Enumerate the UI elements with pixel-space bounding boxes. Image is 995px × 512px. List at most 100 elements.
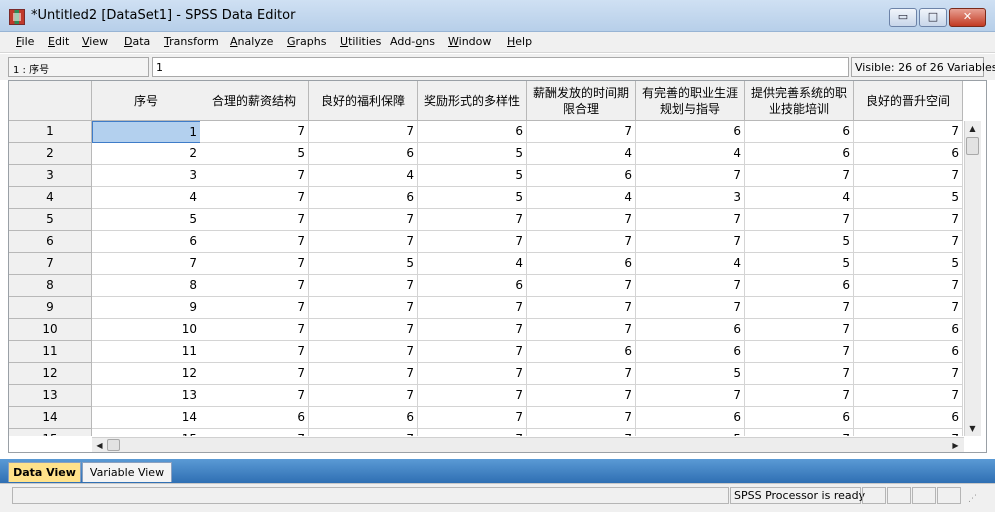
row-header[interactable]: 2	[9, 143, 92, 165]
data-cell[interactable]: 4	[636, 253, 745, 275]
menu-analyze[interactable]: Analyze	[230, 35, 273, 48]
data-cell[interactable]: 7	[309, 363, 418, 385]
data-cell[interactable]: 6	[527, 165, 636, 187]
vertical-scrollbar[interactable]: ▲ ▼	[964, 121, 981, 436]
data-cell[interactable]: 5	[418, 165, 527, 187]
data-cell[interactable]: 7	[200, 253, 309, 275]
data-cell[interactable]: 7	[527, 429, 636, 436]
row-header[interactable]: 14	[9, 407, 92, 429]
resize-grip-icon[interactable]: ⋰	[968, 492, 982, 506]
menu-view[interactable]: View	[82, 35, 108, 48]
data-cell[interactable]: 6	[745, 143, 854, 165]
data-cell[interactable]: 7	[200, 429, 309, 436]
minimize-button[interactable]: ▭	[889, 8, 917, 27]
data-cell[interactable]: 7	[745, 297, 854, 319]
column-header[interactable]: 良好的福利保障	[309, 81, 418, 121]
data-cell[interactable]: 7	[418, 341, 527, 363]
data-cell[interactable]: 5	[418, 187, 527, 209]
data-cell[interactable]: 4	[309, 165, 418, 187]
data-cell[interactable]: 6	[92, 231, 201, 253]
data-cell[interactable]: 10	[92, 319, 201, 341]
data-cell[interactable]: 7	[200, 319, 309, 341]
data-cell[interactable]: 7	[527, 297, 636, 319]
data-cell[interactable]: 7	[418, 209, 527, 231]
tab-data-view[interactable]: Data View	[8, 462, 81, 482]
data-cell[interactable]: 7	[418, 429, 527, 436]
data-cell[interactable]: 8	[92, 275, 201, 297]
menu-window[interactable]: Window	[448, 35, 491, 48]
menu-file[interactable]: File	[16, 35, 34, 48]
data-cell[interactable]: 7	[200, 275, 309, 297]
data-cell[interactable]: 7	[636, 297, 745, 319]
data-cell[interactable]: 7	[200, 165, 309, 187]
data-cell[interactable]: 7	[854, 297, 963, 319]
data-cell[interactable]: 7	[745, 319, 854, 341]
data-cell[interactable]: 6	[636, 121, 745, 143]
data-cell[interactable]: 7	[309, 231, 418, 253]
menu-graphs[interactable]: Graphs	[287, 35, 326, 48]
data-cell[interactable]: 6	[636, 341, 745, 363]
data-cell[interactable]: 7	[527, 231, 636, 253]
row-header[interactable]: 7	[9, 253, 92, 275]
data-cell[interactable]: 7	[854, 165, 963, 187]
data-cell[interactable]: 4	[527, 143, 636, 165]
data-cell[interactable]: 7	[200, 187, 309, 209]
scroll-down-icon[interactable]: ▼	[965, 421, 980, 436]
data-cell[interactable]: 7	[200, 297, 309, 319]
data-cell[interactable]: 7	[309, 429, 418, 436]
data-cell[interactable]: 5	[636, 363, 745, 385]
data-cell[interactable]: 7	[745, 341, 854, 363]
data-cell[interactable]: 7	[745, 209, 854, 231]
row-header[interactable]: 10	[9, 319, 92, 341]
data-cell[interactable]: 6	[636, 407, 745, 429]
data-cell[interactable]: 7	[745, 385, 854, 407]
data-cell[interactable]: 7	[527, 275, 636, 297]
vertical-scroll-thumb[interactable]	[966, 137, 979, 155]
data-cell[interactable]: 5	[200, 143, 309, 165]
row-header[interactable]: 15	[9, 429, 92, 436]
data-cell[interactable]: 2	[92, 143, 201, 165]
data-cell[interactable]: 7	[200, 209, 309, 231]
data-cell[interactable]: 7	[309, 319, 418, 341]
data-cell[interactable]: 7	[636, 209, 745, 231]
data-cell[interactable]: 6	[418, 275, 527, 297]
data-cell[interactable]: 7	[527, 319, 636, 341]
maximize-button[interactable]: □	[919, 8, 947, 27]
data-cell[interactable]: 3	[92, 165, 201, 187]
data-cell[interactable]: 5	[309, 253, 418, 275]
data-cell[interactable]: 7	[854, 231, 963, 253]
menu-data[interactable]: Data	[124, 35, 150, 48]
data-cell[interactable]: 7	[418, 407, 527, 429]
data-cell[interactable]: 6	[745, 275, 854, 297]
close-button[interactable]: ✕	[949, 8, 986, 27]
row-header[interactable]: 13	[9, 385, 92, 407]
data-cell[interactable]: 5	[418, 143, 527, 165]
data-cell[interactable]: 7	[418, 297, 527, 319]
data-cell[interactable]: 5	[854, 187, 963, 209]
data-cell[interactable]: 7	[418, 319, 527, 341]
data-cell[interactable]: 7	[854, 209, 963, 231]
data-cell[interactable]: 7	[745, 429, 854, 436]
data-cell[interactable]: 7	[854, 385, 963, 407]
data-cell[interactable]: 7	[418, 231, 527, 253]
data-cell[interactable]: 7	[309, 385, 418, 407]
row-header[interactable]: 6	[9, 231, 92, 253]
data-cell[interactable]: 13	[92, 385, 201, 407]
data-cell[interactable]: 6	[854, 407, 963, 429]
data-cell[interactable]: 6	[854, 143, 963, 165]
data-cell[interactable]: 7	[745, 363, 854, 385]
data-cell[interactable]: 7	[745, 165, 854, 187]
grid-corner[interactable]	[9, 81, 92, 121]
row-header[interactable]: 8	[9, 275, 92, 297]
scroll-left-icon[interactable]: ◀	[92, 438, 107, 453]
data-cell[interactable]: 6	[309, 407, 418, 429]
data-cell[interactable]: 7	[527, 121, 636, 143]
data-cell[interactable]: 7	[527, 209, 636, 231]
data-cell[interactable]: 15	[92, 429, 201, 436]
cell-value-input[interactable]: 1	[152, 57, 849, 77]
data-cell[interactable]: 7	[636, 231, 745, 253]
data-cell[interactable]: 7	[309, 209, 418, 231]
menu-utilities[interactable]: Utilities	[340, 35, 381, 48]
data-cell[interactable]: 7	[200, 385, 309, 407]
menu-help[interactable]: Help	[507, 35, 532, 48]
